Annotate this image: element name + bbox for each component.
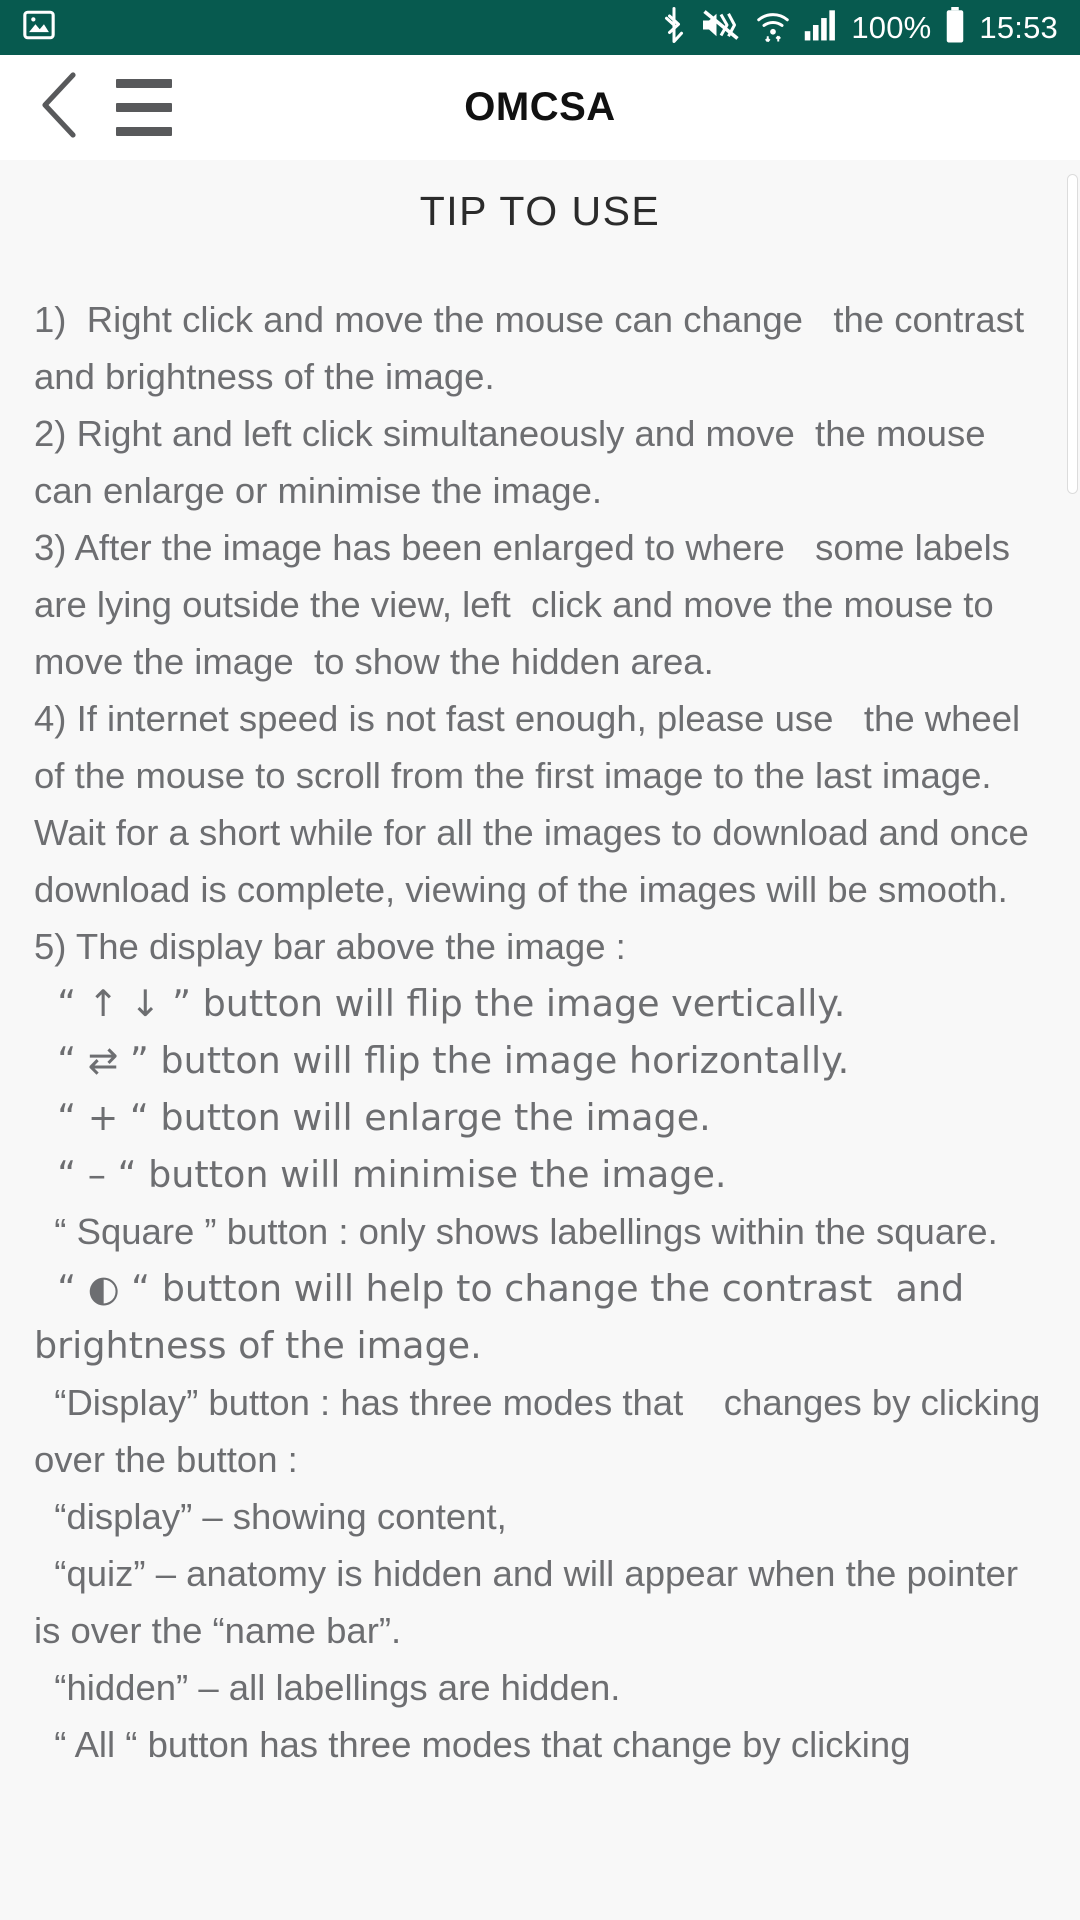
app-bar: OMCSA: [0, 55, 1080, 160]
tip-item-zoom-in: “ + “ button will enlarge the image.: [34, 1096, 711, 1139]
tip-item-quiz-mode: “quiz” – anatomy is hidden and will appe…: [34, 1553, 1029, 1651]
tip-item: 3) After the image has been enlarged to …: [34, 527, 1021, 682]
tip-item-hidden-mode: “hidden” – all labellings are hidden.: [34, 1667, 621, 1708]
hamburger-icon-line-2: [116, 103, 172, 112]
tip-item-zoom-out: “ – “ button will minimise the image.: [34, 1153, 727, 1196]
scrollbar-track[interactable]: [1066, 160, 1080, 1920]
tip-item-square: “ Square ” button : only shows labelling…: [34, 1211, 998, 1252]
tip-item: 1) Right click and move the mouse can ch…: [34, 299, 1035, 397]
signal-icon: [804, 9, 838, 46]
status-bar-right: 100% 15:53: [661, 7, 1058, 48]
page-title: TIP TO USE: [419, 188, 661, 234]
tips-list: 1) Right click and move the mouse can ch…: [0, 291, 1080, 1773]
tip-item: 4) If internet speed is not fast enough,…: [34, 698, 1070, 910]
tip-item: 2) Right and left click simultaneously a…: [34, 413, 996, 511]
hamburger-icon-line-3: [116, 127, 172, 136]
status-bar-left: [22, 8, 56, 47]
back-button[interactable]: [18, 65, 104, 151]
mute-vibrate-icon: [700, 8, 742, 47]
battery-icon: [944, 7, 966, 48]
scrollbar-thumb[interactable]: [1067, 174, 1078, 494]
status-bar: 100% 15:53: [0, 0, 1080, 55]
tip-item-display: “Display” button : has three modes that …: [34, 1382, 1051, 1480]
tip-item-flip-horizontal: “ ⇄ ” button will flip the image horizon…: [34, 1039, 850, 1082]
tip-item: 5) The display bar above the image :: [34, 926, 626, 967]
content-area: TIP TO USE 1) Right click and move the m…: [0, 160, 1080, 1920]
bluetooth-icon: [661, 7, 687, 48]
battery-percent-label: 100%: [851, 10, 932, 45]
clock-label: 15:53: [979, 10, 1058, 45]
menu-button[interactable]: [104, 65, 184, 151]
tip-item-display-mode: “display” – showing content,: [34, 1496, 507, 1537]
tip-item-contrast: “ ◐ “ button will help to change the con…: [34, 1267, 976, 1367]
image-icon: [22, 8, 56, 47]
wifi-icon: [755, 7, 791, 48]
back-chevron-icon: [33, 71, 89, 144]
tip-item-flip-vertical: “ ↑ ↓ ” button will flip the image verti…: [34, 982, 846, 1025]
hamburger-icon-line-1: [116, 79, 172, 88]
tip-item-all-button: “ All “ button has three modes that chan…: [34, 1724, 911, 1765]
